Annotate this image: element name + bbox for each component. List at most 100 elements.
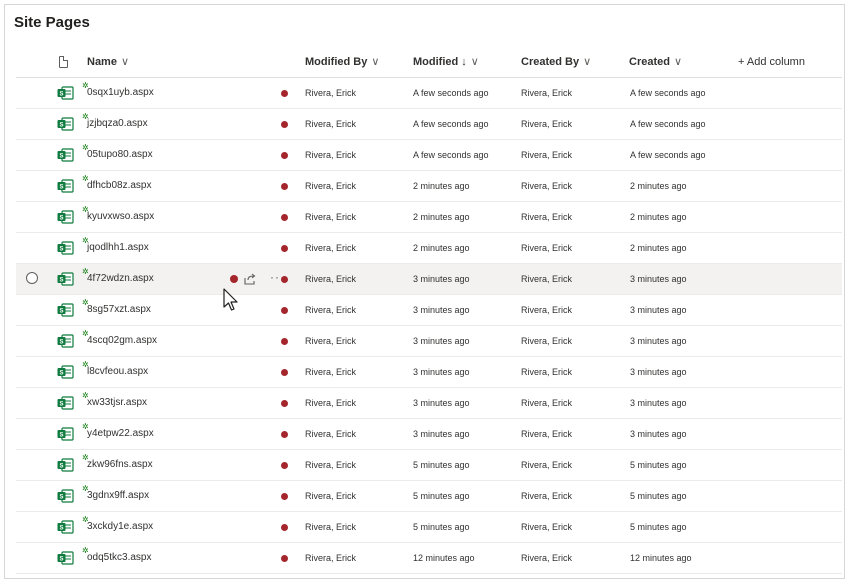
- modified-by-cell[interactable]: Rivera, Erick: [305, 388, 356, 418]
- checked-out-indicator-icon: [281, 338, 288, 345]
- table-row[interactable]: S ✲ jzjbqza0.aspx Rivera, Erick A few second…: [16, 109, 842, 140]
- table-row[interactable]: S ✲ 05tupo80.aspx Rivera, Erick A few second…: [16, 140, 842, 171]
- checked-out-indicator-icon: [230, 275, 238, 283]
- file-name-link[interactable]: kyuvxwso.aspx: [87, 202, 154, 232]
- file-name-link[interactable]: jzjbqza0.aspx: [87, 109, 148, 139]
- created-by-cell[interactable]: Rivera, Erick: [521, 326, 572, 356]
- modified-by-cell[interactable]: Rivera, Erick: [305, 78, 356, 108]
- column-header-modified-label: Modified: [413, 56, 459, 68]
- column-header-name[interactable]: Name ∨: [87, 48, 129, 77]
- modified-by-cell[interactable]: Rivera, Erick: [305, 295, 356, 325]
- modified-by-cell[interactable]: Rivera, Erick: [305, 357, 356, 387]
- created-by-cell[interactable]: Rivera, Erick: [521, 140, 572, 170]
- site-page-icon: S: [57, 489, 74, 503]
- file-name-link[interactable]: l8cvfeou.aspx: [87, 357, 148, 387]
- file-name-link[interactable]: 4f72wdzn.aspx: [87, 264, 154, 294]
- file-name-link[interactable]: xw33tjsr.aspx: [87, 388, 147, 418]
- checked-out-indicator-icon: [281, 90, 288, 97]
- created-cell: 2 minutes ago: [630, 212, 687, 222]
- modified-cell: 5 minutes ago: [413, 460, 470, 470]
- modified-by-cell[interactable]: Rivera, Erick: [305, 543, 356, 573]
- modified-cell: 12 minutes ago: [413, 553, 475, 563]
- table-row[interactable]: S ✲ 4scq02gm.aspx Rivera, Erick 3 minutes ag…: [16, 326, 842, 357]
- checked-out-indicator-icon: [281, 152, 288, 159]
- modified-by-cell[interactable]: Rivera, Erick: [305, 264, 356, 294]
- created-by-cell[interactable]: Rivera, Erick: [521, 388, 572, 418]
- file-name-link[interactable]: 05tupo80.aspx: [87, 140, 153, 170]
- modified-by-cell[interactable]: Rivera, Erick: [305, 171, 356, 201]
- created-by-cell[interactable]: Rivera, Erick: [521, 233, 572, 263]
- created-by-cell[interactable]: Rivera, Erick: [521, 264, 572, 294]
- created-by-cell[interactable]: Rivera, Erick: [521, 78, 572, 108]
- modified-cell: 3 minutes ago: [413, 305, 470, 315]
- modified-by-cell[interactable]: Rivera, Erick: [305, 202, 356, 232]
- created-by-cell[interactable]: Rivera, Erick: [521, 419, 572, 449]
- table-row[interactable]: S ✲ zkw96fns.aspx Rivera, Erick 5 minutes ag…: [16, 450, 842, 481]
- checked-out-indicator-icon: [281, 493, 288, 500]
- column-header-modified[interactable]: Modified ↓ ∨: [413, 48, 479, 77]
- file-name-link[interactable]: y4etpw22.aspx: [87, 419, 154, 449]
- created-by-cell[interactable]: Rivera, Erick: [521, 481, 572, 511]
- table-row[interactable]: S ✲ 4f72wdzn.aspx ··· Rivera, Erick 3 minutes…: [16, 264, 842, 295]
- chevron-down-icon: ∨: [120, 56, 130, 68]
- share-icon[interactable]: [243, 272, 257, 286]
- table-row[interactable]: S ✲ jqodlhh1.aspx Rivera, Erick 2 minutes ag…: [16, 233, 842, 264]
- file-name-link[interactable]: odq5tkc3.aspx: [87, 543, 152, 573]
- document-icon[interactable]: [59, 56, 68, 68]
- modified-by-cell[interactable]: Rivera, Erick: [305, 233, 356, 263]
- table-row[interactable]: S ✲ xw33tjsr.aspx Rivera, Erick 3 minutes ag…: [16, 388, 842, 419]
- modified-by-cell[interactable]: Rivera, Erick: [305, 481, 356, 511]
- created-by-cell[interactable]: Rivera, Erick: [521, 295, 572, 325]
- svg-text:S: S: [59, 402, 63, 408]
- modified-by-cell[interactable]: Rivera, Erick: [305, 419, 356, 449]
- created-by-cell[interactable]: Rivera, Erick: [521, 450, 572, 480]
- file-name-link[interactable]: 3xckdy1e.aspx: [87, 512, 153, 542]
- modified-by-cell[interactable]: Rivera, Erick: [305, 450, 356, 480]
- file-name-link[interactable]: dfhcb08z.aspx: [87, 171, 152, 201]
- file-name-link[interactable]: zkw96fns.aspx: [87, 450, 153, 480]
- table-row[interactable]: S ✲ l8cvfeou.aspx Rivera, Erick 3 minutes ag…: [16, 357, 842, 388]
- file-name-link[interactable]: 0sqx1uyb.aspx: [87, 78, 154, 108]
- created-by-cell[interactable]: Rivera, Erick: [521, 109, 572, 139]
- created-by-cell[interactable]: Rivera, Erick: [521, 543, 572, 573]
- table-row[interactable]: S ✲ 3xckdy1e.aspx Rivera, Erick 5 minutes ag…: [16, 512, 842, 543]
- created-cell: 3 minutes ago: [630, 398, 687, 408]
- site-page-icon: S: [57, 396, 74, 410]
- site-page-icon: S: [57, 86, 74, 100]
- modified-by-cell[interactable]: Rivera, Erick: [305, 140, 356, 170]
- file-name-link[interactable]: 3gdnx9ff.aspx: [87, 481, 149, 511]
- file-name-link[interactable]: 4scq02gm.aspx: [87, 326, 157, 356]
- column-header-created-by[interactable]: Created By ∨: [521, 48, 591, 77]
- column-header-row: Name ∨ Modified By ∨ Modified ↓ ∨ Created By…: [16, 48, 842, 78]
- site-page-icon: S: [57, 117, 74, 131]
- site-page-icon: S: [57, 365, 74, 379]
- table-row[interactable]: S ✲ y4etpw22.aspx Rivera, Erick 3 minutes ag…: [16, 419, 842, 450]
- created-by-cell[interactable]: Rivera, Erick: [521, 171, 572, 201]
- add-column-button[interactable]: + Add column: [738, 48, 805, 77]
- radio-select-icon[interactable]: [26, 272, 38, 284]
- svg-text:S: S: [59, 526, 63, 532]
- created-by-cell[interactable]: Rivera, Erick: [521, 202, 572, 232]
- file-name-link[interactable]: 8sg57xzt.aspx: [87, 295, 151, 325]
- svg-text:S: S: [59, 309, 63, 315]
- modified-by-cell[interactable]: Rivera, Erick: [305, 512, 356, 542]
- table-row[interactable]: S ✲ 3gdnx9ff.aspx Rivera, Erick 5 minutes ag…: [16, 481, 842, 512]
- created-by-cell[interactable]: Rivera, Erick: [521, 512, 572, 542]
- table-row[interactable]: S ✲ kyuvxwso.aspx Rivera, Erick 2 minutes ag…: [16, 202, 842, 233]
- table-row[interactable]: S ✲ dfhcb08z.aspx Rivera, Erick 2 minutes ag…: [16, 171, 842, 202]
- created-by-cell[interactable]: Rivera, Erick: [521, 357, 572, 387]
- table-row[interactable]: S ✲ odq5tkc3.aspx Rivera, Erick 12 minutes a…: [16, 543, 842, 574]
- created-cell: 3 minutes ago: [630, 429, 687, 439]
- column-header-modified-by[interactable]: Modified By ∨: [305, 48, 379, 77]
- svg-text:S: S: [59, 92, 63, 98]
- checked-out-indicator-icon: [281, 214, 288, 221]
- modified-by-cell[interactable]: Rivera, Erick: [305, 109, 356, 139]
- table-row[interactable]: S ✲ 0sqx1uyb.aspx Rivera, Erick A few second…: [16, 78, 842, 109]
- site-page-icon: S: [57, 334, 74, 348]
- column-header-created[interactable]: Created ∨: [629, 48, 682, 77]
- table-row[interactable]: S ✲ 8sg57xzt.aspx Rivera, Erick 3 minutes ag…: [16, 295, 842, 326]
- modified-by-cell[interactable]: Rivera, Erick: [305, 326, 356, 356]
- file-name-link[interactable]: jqodlhh1.aspx: [87, 233, 149, 263]
- created-cell: 5 minutes ago: [630, 522, 687, 532]
- created-cell: 3 minutes ago: [630, 336, 687, 346]
